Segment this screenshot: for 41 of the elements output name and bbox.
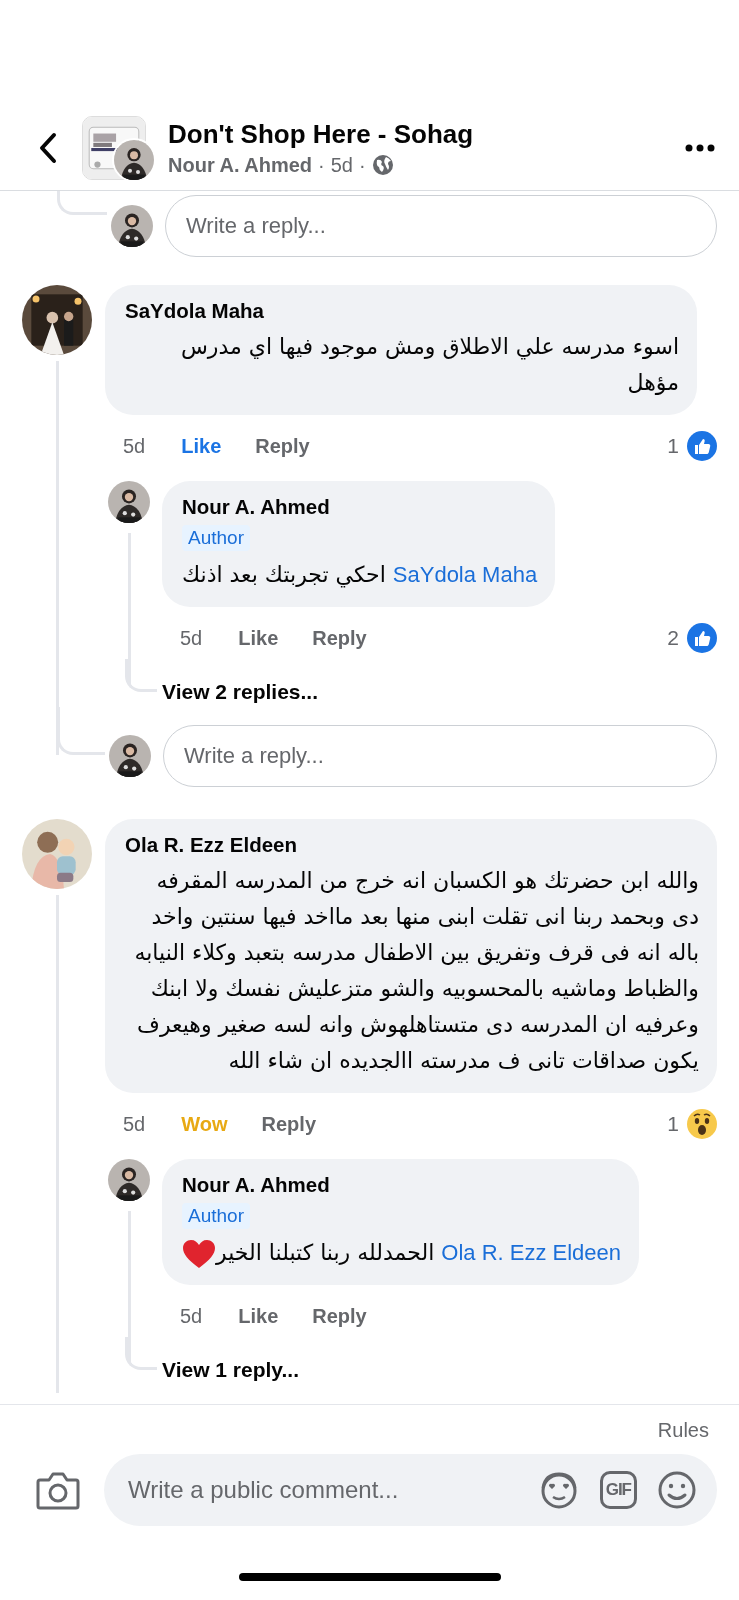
comment-time: 5d <box>180 626 203 650</box>
reply-field[interactable]: Write a reply... <box>165 195 717 257</box>
view-replies-link[interactable]: View 2 replies... <box>162 680 319 704</box>
heart-icon <box>182 1239 216 1269</box>
commenter-name[interactable]: SaYdola Maha <box>125 299 679 323</box>
emoji-icon[interactable] <box>657 1470 697 1510</box>
reply-field[interactable]: Write a reply... <box>163 725 717 787</box>
reply-button[interactable]: Reply <box>312 1304 367 1328</box>
separator: · <box>318 153 325 177</box>
reaction-count: 1 <box>667 1112 679 1136</box>
react-button[interactable]: Like <box>238 1304 279 1328</box>
comment-time: 5d <box>180 1304 203 1328</box>
reaction-count: 2 <box>667 626 679 650</box>
comment-time: 5d <box>123 434 146 458</box>
post-time: 5d <box>330 153 353 177</box>
reply-button[interactable]: Reply <box>255 434 310 458</box>
rules-link[interactable]: Rules <box>657 1419 717 1442</box>
reply-button[interactable]: Reply <box>261 1112 316 1136</box>
reply-button[interactable]: Reply <box>312 626 367 650</box>
react-button[interactable]: Like <box>181 434 222 458</box>
mention-link[interactable]: SaYdola Maha <box>392 562 538 587</box>
comment-text: والله ابن حضرتك هو الكسبان انه خرج من المدرسه المقرفه دى وبحمد ربنا انى تقلت ابنى منها بعد مااخد فيها سنتين واخد باله انه فى قرف وتفريق بين الاطفال مدرسه بتعبد وكلاء النيابه والظباط وماشيه بالمحسوبيه والشو متزعليش نفسك ولا ابنك وعرفيه ان المدرسه دى متستاهلهوش وانه لسه صغير وهيعرف يكون صداقات تانى ف مدرسته االجديده ان شاء الله <box>133 867 699 1075</box>
group-title[interactable]: Don't Shop Here - Sohag <box>168 118 681 150</box>
author-badge: Author <box>182 525 250 551</box>
comment-field[interactable]: Write a public comment... GIF <box>104 1454 717 1526</box>
view-replies-link[interactable]: View 1 reply... <box>162 1358 299 1382</box>
author-name[interactable]: Nour A. Ahmed <box>168 153 313 177</box>
gif-button[interactable]: GIF <box>599 1471 637 1509</box>
author-badge: Author <box>182 1203 250 1229</box>
commenter-name[interactable]: Nour A. Ahmed <box>182 1173 622 1197</box>
comment-text: اسوء مدرسه علي الاطلاق ومش موجود فيها اي مدرس مؤهل <box>180 333 679 397</box>
comment-field[interactable]: Write a public comment... <box>126 1475 518 1505</box>
commenter-name[interactable]: Ola R. Ezz Eldeen <box>125 833 699 857</box>
comment-time: 5d <box>123 1112 146 1136</box>
reaction-count: 1 <box>667 434 679 458</box>
camera-icon[interactable] <box>36 1470 80 1510</box>
commenter-name[interactable]: Nour A. Ahmed <box>182 495 538 519</box>
globe-icon <box>371 154 394 176</box>
react-button[interactable]: Like <box>238 626 279 650</box>
mention-link[interactable]: Ola R. Ezz Eldeen <box>441 1240 622 1265</box>
separator: · <box>359 153 366 177</box>
